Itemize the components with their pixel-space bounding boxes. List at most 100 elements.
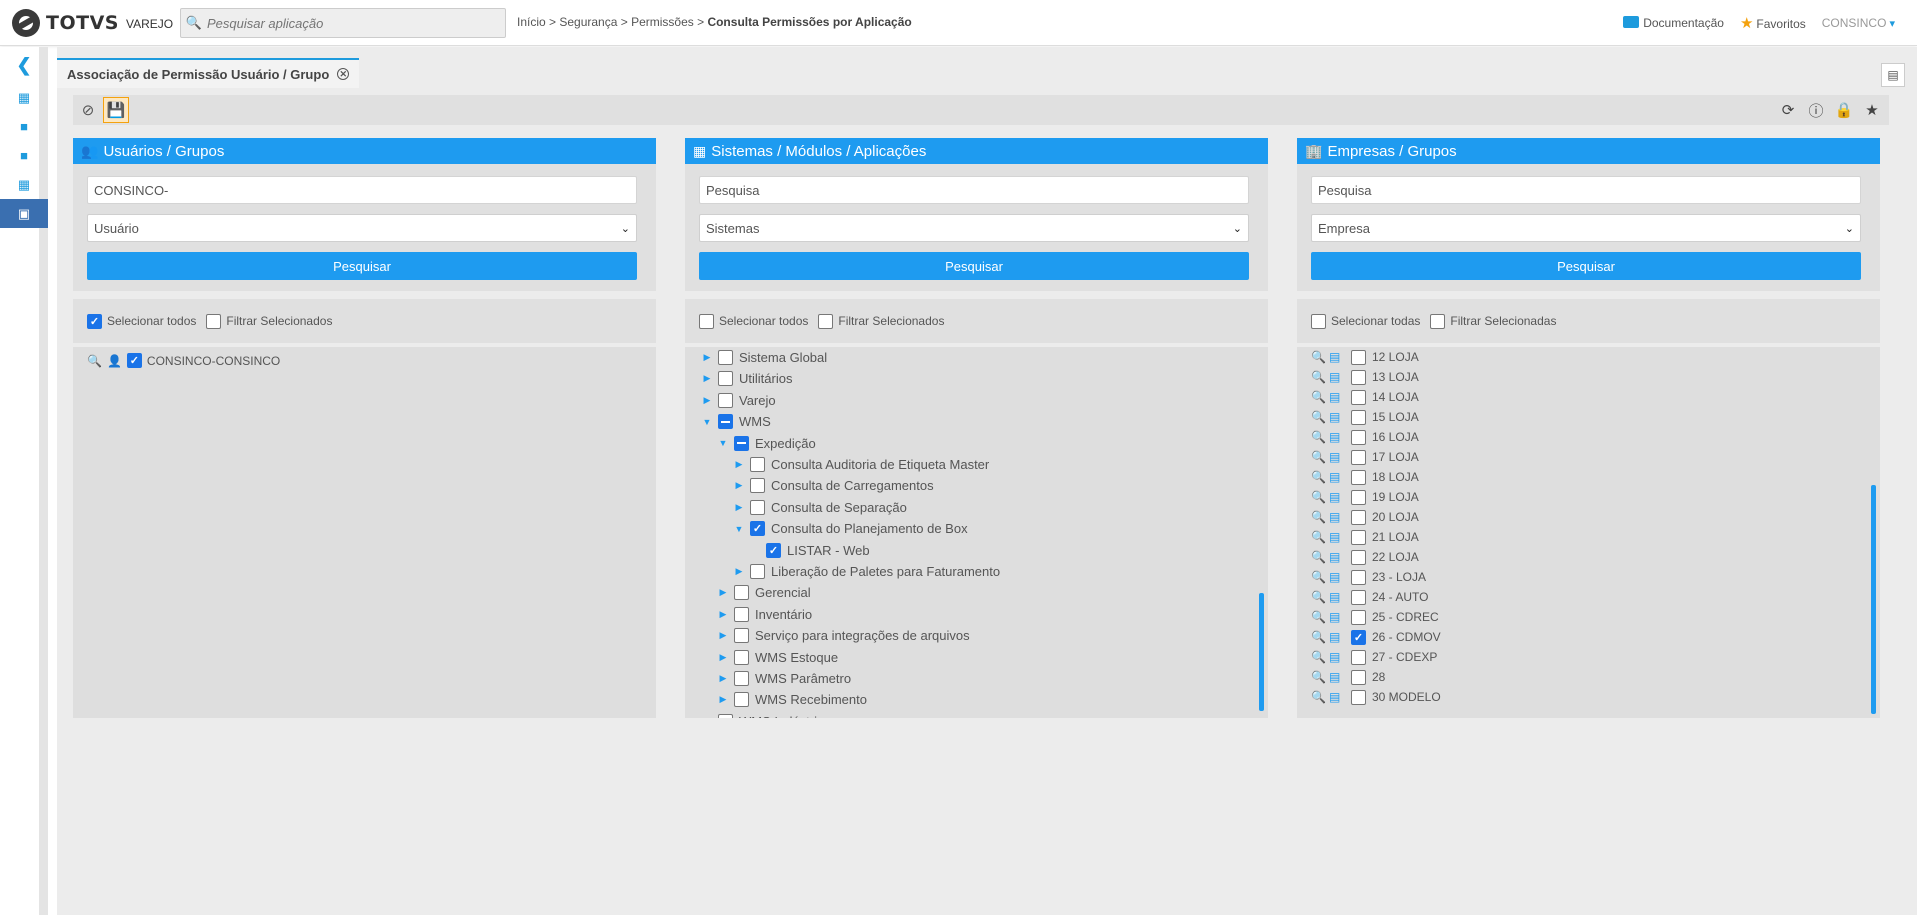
sidebar-table-icon[interactable]: ▦: [0, 170, 48, 199]
users-search-input[interactable]: CONSINCO-: [87, 176, 637, 204]
checkbox-icon[interactable]: [734, 671, 749, 686]
tree-item[interactable]: ▶ WMS Parâmetro: [717, 668, 851, 689]
clipboard-icon[interactable]: ▤: [1329, 410, 1340, 424]
window-list-icon[interactable]: ▤: [1881, 63, 1905, 87]
sidebar-clipboard-2-icon[interactable]: ■: [0, 141, 48, 170]
list-item[interactable]: 🔍 ▤ 12 LOJA: [1311, 347, 1419, 367]
clipboard-icon[interactable]: ▤: [1329, 610, 1340, 624]
clipboard-icon[interactable]: ▤: [1329, 630, 1340, 644]
checkbox-icon[interactable]: [1351, 469, 1366, 485]
tree-item[interactable]: ▶ Varejo: [701, 390, 776, 411]
companies-search-input[interactable]: Pesquisa: [1311, 176, 1861, 204]
tree-item[interactable]: ▶ WMS Estoque: [717, 647, 838, 668]
clipboard-icon[interactable]: ▤: [1329, 510, 1340, 524]
checkbox-checked-icon[interactable]: ✓: [87, 313, 102, 329]
tree-item[interactable]: ▶ Gerencial: [717, 582, 811, 603]
list-item[interactable]: 🔍 ▤ 27 - CDEXP: [1311, 647, 1437, 667]
view-search-icon[interactable]: 🔍: [1311, 510, 1326, 524]
checkbox-icon[interactable]: [1351, 429, 1366, 445]
favorites-link[interactable]: ★ Favoritos: [1740, 14, 1806, 32]
view-search-icon[interactable]: 🔍: [1311, 690, 1326, 704]
checkbox-icon[interactable]: [1351, 549, 1366, 565]
view-search-icon[interactable]: 🔍: [1311, 350, 1326, 364]
clipboard-icon[interactable]: ▤: [1329, 590, 1340, 604]
expand-arrow-icon[interactable]: ▶: [701, 373, 713, 384]
view-search-icon[interactable]: 🔍: [1311, 470, 1326, 484]
users-list[interactable]: 🔍 👤 ✓ CONSINCO-CONSINCO: [73, 347, 656, 718]
list-item[interactable]: 🔍 ▤ 20 LOJA: [1311, 507, 1419, 527]
save-icon[interactable]: 💾: [103, 97, 129, 123]
collapse-back-icon[interactable]: ❮: [0, 47, 48, 83]
user-menu[interactable]: CONSINCO: [1822, 16, 1895, 30]
checkbox-icon[interactable]: [1351, 449, 1366, 465]
view-search-icon[interactable]: 🔍: [87, 354, 102, 368]
tree-item[interactable]: ▶ Consulta de Carregamentos: [733, 475, 934, 496]
totvs-logo[interactable]: TOTVS VAREJO: [12, 9, 173, 37]
checkbox-icon[interactable]: [750, 499, 765, 515]
refresh-icon[interactable]: ⟳: [1777, 98, 1799, 122]
checkbox-icon[interactable]: [734, 628, 749, 644]
checkbox-icon[interactable]: [718, 392, 733, 408]
checkbox-icon[interactable]: [1351, 509, 1366, 525]
clipboard-icon[interactable]: ▤: [1329, 390, 1340, 404]
list-item[interactable]: 🔍 ▤ 13 LOJA: [1311, 367, 1419, 387]
checkbox-icon[interactable]: [1430, 313, 1446, 329]
expand-arrow-icon[interactable]: ▶: [717, 694, 729, 705]
list-item[interactable]: 🔍 ▤ 30 MODELO: [1311, 687, 1441, 707]
view-search-icon[interactable]: 🔍: [1311, 550, 1326, 564]
view-search-icon[interactable]: 🔍: [1311, 490, 1326, 504]
checkbox-icon[interactable]: [1351, 489, 1366, 505]
tree-item[interactable]: ▶ Serviço para integrações de arquivos: [717, 625, 970, 646]
companies-search-button[interactable]: Pesquisar: [1311, 252, 1861, 280]
clipboard-icon[interactable]: ▤: [1329, 430, 1340, 444]
clipboard-icon[interactable]: ▤: [1329, 450, 1340, 464]
checkbox-icon[interactable]: [718, 350, 733, 365]
checkbox-icon[interactable]: [750, 457, 765, 472]
tree-item[interactable]: ▶ WMS Indústria: [701, 711, 824, 718]
expand-arrow-icon[interactable]: ▶: [717, 587, 729, 598]
tab-associacao[interactable]: Associação de Permissão Usuário / Grupo …: [57, 58, 360, 88]
systems-filter-selected[interactable]: Filtrar Selecionados: [818, 313, 944, 329]
view-search-icon[interactable]: 🔍: [1311, 430, 1326, 444]
checkbox-icon[interactable]: [1311, 313, 1326, 329]
close-tab-icon[interactable]: ✕: [337, 68, 350, 80]
systems-select-all[interactable]: Selecionar todos: [699, 313, 808, 329]
checkbox-checked-icon[interactable]: ✓: [766, 542, 781, 558]
checkbox-icon[interactable]: [1351, 589, 1366, 605]
checkbox-icon[interactable]: [818, 313, 834, 329]
documentation-link[interactable]: Documentação: [1623, 16, 1724, 30]
collapse-arrow-icon[interactable]: ▼: [701, 417, 713, 427]
checkbox-checked-icon[interactable]: ✓: [126, 353, 142, 368]
tree-item[interactable]: ▼ WMS: [701, 411, 771, 432]
app-search[interactable]: 🔍: [180, 8, 506, 38]
expand-arrow-icon[interactable]: ▶: [733, 566, 745, 577]
expand-arrow-icon[interactable]: ▶: [701, 352, 713, 363]
tree-item[interactable]: ▶ Consulta de Separação: [733, 497, 907, 518]
systems-type-select[interactable]: Sistemas ⌄: [699, 214, 1249, 242]
tree-item[interactable]: ▼ Expedição: [717, 433, 816, 454]
clear-icon[interactable]: ⊘: [75, 97, 101, 123]
list-item[interactable]: 🔍 ▤ 19 LOJA: [1311, 487, 1419, 507]
list-item[interactable]: 🔍 👤 ✓ CONSINCO-CONSINCO: [87, 353, 280, 368]
list-item[interactable]: 🔍 ▤ 14 LOJA: [1311, 387, 1419, 407]
clipboard-icon[interactable]: ▤: [1329, 570, 1340, 584]
clipboard-icon[interactable]: ▤: [1329, 530, 1340, 544]
clipboard-icon[interactable]: ▤: [1329, 350, 1340, 364]
expand-arrow-icon[interactable]: ▶: [717, 673, 729, 684]
checkbox-icon[interactable]: [734, 649, 749, 665]
view-search-icon[interactable]: 🔍: [1311, 590, 1326, 604]
checkbox-icon[interactable]: [1351, 649, 1366, 665]
help-icon[interactable]: ⓘ: [1805, 98, 1827, 122]
list-item[interactable]: 🔍 ▤ 22 LOJA: [1311, 547, 1419, 567]
tree-item[interactable]: ▶ Utilitários: [701, 368, 792, 389]
users-select-all[interactable]: ✓ Selecionar todos: [87, 313, 196, 329]
expand-arrow-icon[interactable]: ▶: [733, 459, 745, 470]
view-search-icon[interactable]: 🔍: [1311, 530, 1326, 544]
checkbox-icon[interactable]: [1351, 369, 1366, 385]
view-search-icon[interactable]: 🔍: [1311, 610, 1326, 624]
systems-search-input[interactable]: Pesquisa: [699, 176, 1249, 204]
sidebar-permissions-icon[interactable]: ▣: [0, 199, 48, 228]
expand-arrow-icon[interactable]: ▶: [733, 480, 745, 491]
clipboard-icon[interactable]: ▤: [1329, 670, 1340, 684]
list-item[interactable]: 🔍 ▤ 15 LOJA: [1311, 407, 1419, 427]
